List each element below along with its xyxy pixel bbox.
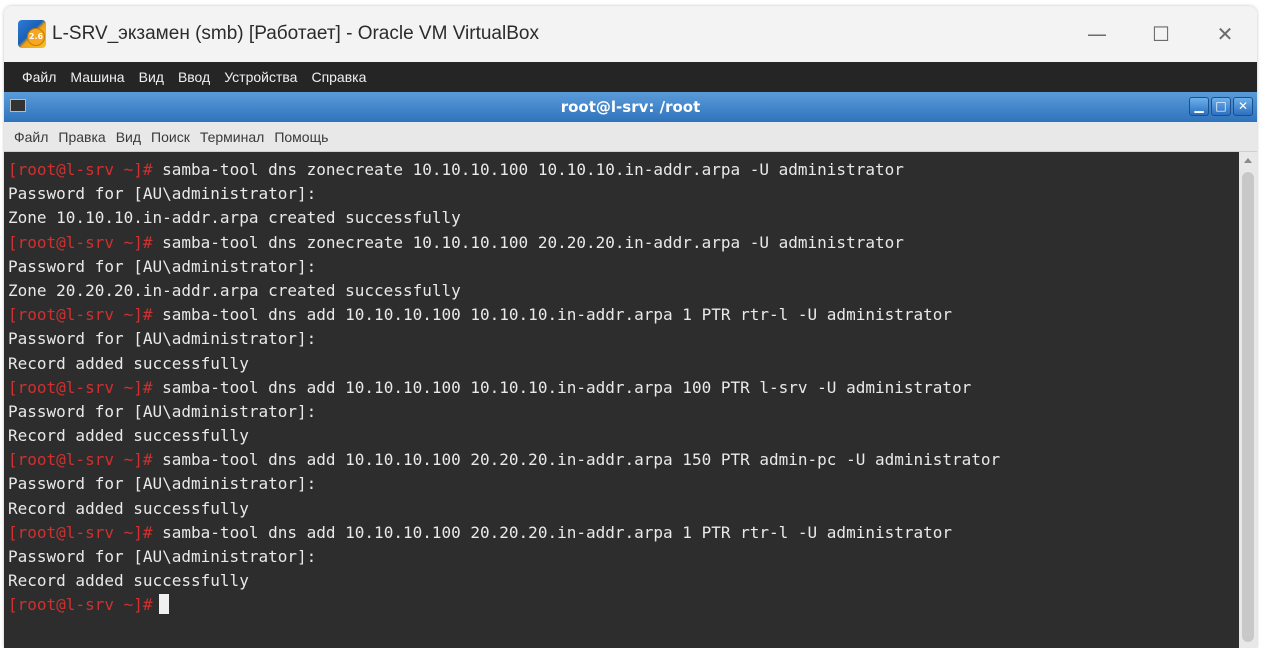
version-badge: 2.6 [27,28,45,46]
line-text: Password for [AU\administrator]: [8,547,317,566]
terminal-line: [root@l-srv ~]# samba-tool dns add 10.10… [8,521,1239,545]
terminal-line: [root@l-srv ~]# samba-tool dns zonecreat… [8,158,1239,182]
line-text: Password for [AU\administrator]: [8,256,317,276]
terminal-icon[interactable] [10,99,26,112]
terminal-line: Password for [AU\administrator]: [8,545,1239,569]
terminal-line: Zone 20.20.20.in-addr.arpa created succe… [8,279,1239,303]
menu-devices[interactable]: Устройства [224,69,297,85]
line-text: samba-tool dns add 10.10.10.100 10.10.10… [152,377,972,397]
minimize-button[interactable]: — [1065,6,1129,62]
line-text: Password for [AU\administrator]: [8,474,317,494]
scrollbar-thumb[interactable] [1242,172,1254,642]
line-text: samba-tool dns add 10.10.10.100 20.20.20… [152,522,953,542]
terminal-menu-edit[interactable]: Правка [58,129,105,145]
terminal-line: Record added successfully [8,569,1239,593]
line-text: Record added successfully [8,571,249,591]
shell-prompt: [root@l-srv ~]# [8,595,153,615]
terminal-titlebar[interactable]: root@l-srv: /root ▁ □ ✕ [4,92,1257,122]
line-text: samba-tool dns add 10.10.10.100 20.20.20… [152,450,1001,470]
scroll-up-arrow-icon[interactable] [1244,158,1252,163]
menu-file[interactable]: Файл [22,69,56,85]
terminal-line: Password for [AU\administrator]: [8,327,1239,351]
shell-prompt: [root@l-srv ~]# [8,232,153,252]
terminal-line: [root@l-srv ~]# samba-tool dns add 10.10… [8,303,1239,327]
terminal-line: [root@l-srv ~]# samba-tool dns add 10.10… [8,376,1239,400]
terminal-line: [root@l-srv ~]# samba-tool dns add 10.10… [8,448,1239,472]
shell-prompt: [root@l-srv ~]# [8,377,153,397]
terminal-line: [root@l-srv ~]# samba-tool dns zonecreat… [8,231,1239,255]
text-cursor [158,594,169,615]
window-controls: — ☐ ✕ [1065,6,1257,62]
terminal-input-line[interactable]: [root@l-srv ~]# [8,593,1239,617]
terminal-title: root@l-srv: /root [560,98,701,116]
terminal-menu-search[interactable]: Поиск [151,129,190,145]
terminal-menu-help[interactable]: Помощь [274,129,328,145]
maximize-button[interactable]: ☐ [1129,6,1193,62]
line-text: Record added successfully [8,426,249,446]
terminal-line: Password for [AU\administrator]: [8,400,1239,424]
terminal-minimize-button[interactable]: ▁ [1189,97,1209,116]
terminal-line: Record added successfully [8,352,1239,376]
shell-prompt: [root@l-srv ~]# [8,305,153,325]
line-text: Zone 20.20.20.in-addr.arpa created succe… [8,280,461,300]
line-text: Zone 10.10.10.in-addr.arpa created succe… [8,208,461,228]
menu-machine[interactable]: Машина [70,69,124,85]
terminal-output[interactable]: [root@l-srv ~]# samba-tool dns zonecreat… [4,152,1239,648]
menu-help[interactable]: Справка [311,69,366,85]
line-text: samba-tool dns zonecreate 10.10.10.100 1… [152,160,904,179]
guest-display[interactable]: root@l-srv: /root ▁ □ ✕ Файл Правка Вид … [4,92,1257,648]
terminal-line: Record added successfully [8,424,1239,448]
window-title: L-SRV_экзамен (smb) [Работает] - Oracle … [52,23,539,44]
line-text: samba-tool dns zonecreate 10.10.10.100 2… [152,232,904,252]
line-text: Password for [AU\administrator]: [8,401,317,421]
terminal-controls: ▁ □ ✕ [1189,97,1253,116]
terminal-line: Record added successfully [8,497,1239,521]
shell-prompt: [root@l-srv ~]# [8,522,153,542]
terminal-menu-view[interactable]: Вид [116,129,141,145]
shell-prompt: [root@l-srv ~]# [8,160,153,179]
terminal-line: Zone 10.10.10.in-addr.arpa created succe… [8,206,1239,230]
line-text: Password for [AU\administrator]: [8,329,317,349]
terminal-menubar: Файл Правка Вид Поиск Терминал Помощь [4,122,1257,152]
window-titlebar[interactable]: 2.6 L-SRV_экзамен (smb) [Работает] - Ora… [4,6,1257,62]
shell-prompt: [root@l-srv ~]# [8,450,153,470]
terminal-menu-file[interactable]: Файл [14,129,48,145]
line-text: Record added successfully [8,498,249,518]
line-text: samba-tool dns add 10.10.10.100 10.10.10… [152,305,953,325]
terminal-line: Password for [AU\administrator]: [8,182,1239,206]
terminal-menu-terminal[interactable]: Терминал [200,129,264,145]
virtualbox-window: 2.6 L-SRV_экзамен (smb) [Работает] - Ora… [4,6,1257,648]
terminal-scrollbar[interactable] [1239,152,1257,648]
terminal-close-button[interactable]: ✕ [1233,97,1253,116]
terminal-maximize-button[interactable]: □ [1211,97,1231,116]
terminal-line: Password for [AU\administrator]: [8,472,1239,496]
virtualbox-icon: 2.6 [18,20,46,48]
terminal-line: Password for [AU\administrator]: [8,255,1239,279]
line-text: Password for [AU\administrator]: [8,184,317,204]
menu-input[interactable]: Ввод [178,69,210,85]
vbox-menubar: Файл Машина Вид Ввод Устройства Справка [4,62,1257,92]
line-text: Record added successfully [8,353,249,373]
close-button[interactable]: ✕ [1193,6,1257,62]
menu-view[interactable]: Вид [139,69,164,85]
